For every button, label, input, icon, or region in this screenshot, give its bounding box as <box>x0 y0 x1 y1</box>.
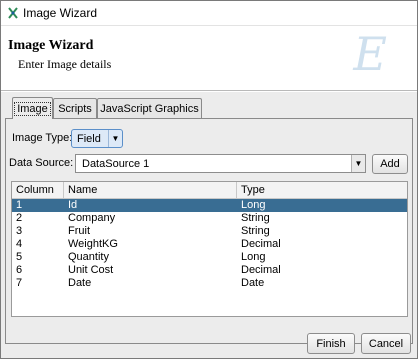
column-header-name[interactable]: Name <box>64 182 237 198</box>
column-header-column[interactable]: Column <box>12 182 64 198</box>
wizard-app-icon <box>8 7 18 19</box>
image-type-select[interactable]: Field ▼ <box>71 129 123 148</box>
cell-type: Decimal <box>241 238 281 250</box>
tab-image-label: Image <box>14 101 51 116</box>
cell-column: 5 <box>16 251 23 263</box>
fields-table: Column Name Type 1 Id Long 2 Company Str… <box>11 181 408 317</box>
table-row[interactable]: 5 Quantity Long <box>12 251 407 264</box>
cell-column: 2 <box>16 212 23 224</box>
image-type-value: Field <box>77 132 101 145</box>
image-tab-panel: Image Type: Field ▼ Data Source: DataSou… <box>5 118 413 344</box>
image-type-label: Image Type: <box>12 132 73 144</box>
column-header-type[interactable]: Type <box>237 182 407 198</box>
finish-button[interactable]: Finish <box>307 333 355 354</box>
cell-name: Quantity <box>68 251 109 263</box>
wizard-banner: Image Wizard Enter Image details E <box>1 25 417 91</box>
banner-title: Image Wizard <box>8 38 94 53</box>
table-row[interactable]: 1 Id Long <box>12 199 407 212</box>
table-header: Column Name Type <box>12 182 407 199</box>
table-row[interactable]: 2 Company String <box>12 212 407 225</box>
tab-scripts[interactable]: Scripts <box>53 98 97 118</box>
banner-logo: E <box>353 27 387 81</box>
window-title: Image Wizard <box>23 6 98 20</box>
cell-column: 6 <box>16 264 23 276</box>
data-source-label: Data Source: <box>9 157 74 169</box>
tab-javascript-graphics-label: JavaScript Graphics <box>100 102 199 115</box>
table-row[interactable]: 4 WeightKG Decimal <box>12 238 407 251</box>
cell-column: 3 <box>16 225 23 237</box>
cell-type: String <box>241 225 270 237</box>
cell-type: Decimal <box>241 264 281 276</box>
content-area: Image Scripts JavaScript Graphics Image … <box>1 92 417 358</box>
cell-name: Fruit <box>68 225 90 237</box>
title-bar: Image Wizard <box>1 1 417 25</box>
cancel-button[interactable]: Cancel <box>361 333 411 354</box>
cell-type: Long <box>241 199 266 211</box>
table-row[interactable]: 3 Fruit String <box>12 225 407 238</box>
cell-name: Date <box>68 277 92 289</box>
cell-name: WeightKG <box>68 238 118 250</box>
data-source-value: DataSource 1 <box>82 157 150 170</box>
tab-scripts-label: Scripts <box>58 102 92 115</box>
cell-name: Company <box>68 212 116 224</box>
data-source-select[interactable]: DataSource 1 ▼ <box>75 154 366 173</box>
cell-name: Id <box>68 199 78 211</box>
add-datasource-button[interactable]: Add <box>372 154 408 174</box>
cell-type: Date <box>241 277 265 289</box>
banner-subtitle: Enter Image details <box>18 57 112 71</box>
cell-column: 7 <box>16 277 23 289</box>
tab-javascript-graphics[interactable]: JavaScript Graphics <box>97 98 202 118</box>
tab-image[interactable]: Image <box>12 97 53 119</box>
cell-column: 4 <box>16 238 23 250</box>
cell-type: Long <box>241 251 266 263</box>
cell-type: String <box>241 212 270 224</box>
table-row[interactable]: 6 Unit Cost Decimal <box>12 264 407 277</box>
table-row[interactable]: 7 Date Date <box>12 277 407 290</box>
chevron-down-icon: ▼ <box>108 130 122 147</box>
cell-column: 1 <box>16 199 23 211</box>
cell-name: Unit Cost <box>68 264 114 276</box>
chevron-down-icon: ▼ <box>351 155 365 172</box>
